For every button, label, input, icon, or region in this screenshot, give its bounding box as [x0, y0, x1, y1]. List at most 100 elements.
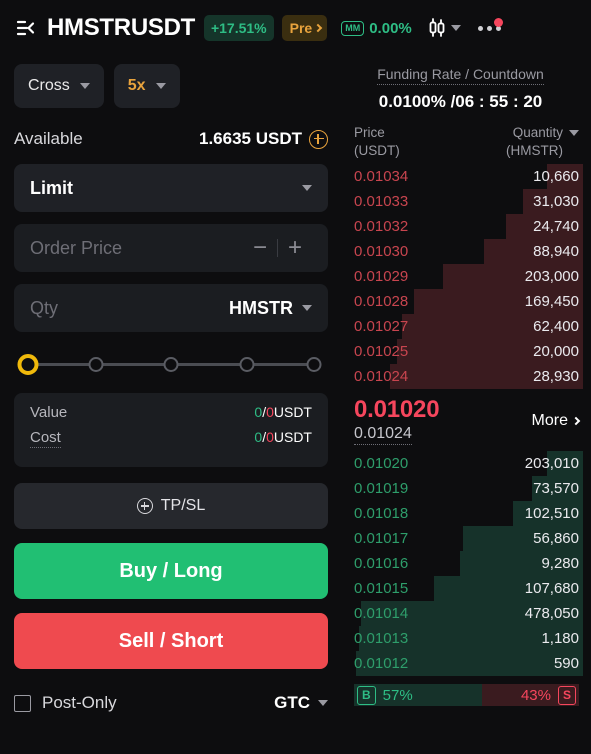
quantity-column-label: Quantity	[512, 125, 563, 140]
sell-tag: S	[557, 685, 576, 705]
funding-rate-label-wrap: Funding Rate / Countdown	[346, 66, 575, 85]
order-quantity: 31,030	[533, 193, 579, 211]
bid-row[interactable]: 0.01020 203,010	[342, 451, 583, 477]
quantity-unit-selector[interactable]: HMSTR	[229, 298, 312, 319]
more-options-icon[interactable]	[477, 17, 503, 31]
ask-row[interactable]: 0.01033 31,030	[342, 189, 583, 215]
order-quantity: 88,940	[533, 243, 579, 261]
last-price: 0.01020	[354, 396, 440, 424]
list-menu-icon[interactable]	[16, 17, 38, 39]
order-type-selector[interactable]: Limit	[14, 164, 328, 212]
order-price-field[interactable]: Order Price − +	[14, 224, 328, 272]
order-price: 0.01017	[354, 530, 409, 548]
available-value: 1.6635 USDT	[199, 129, 302, 148]
cost-amount-sell: 0	[266, 429, 274, 445]
dot	[486, 25, 492, 31]
ask-row[interactable]: 0.01034 10,660	[342, 164, 583, 190]
cost-label[interactable]: Cost	[30, 429, 61, 448]
order-quantity: 1,180	[541, 630, 579, 648]
ask-row[interactable]: 0.01024 28,930	[342, 364, 583, 390]
order-quantity: 9,280	[541, 555, 579, 573]
cost-row: Cost 0/0USDT	[30, 429, 312, 454]
slider-node-75[interactable]	[239, 357, 254, 372]
order-price: 0.01033	[354, 193, 409, 211]
order-quantity: 107,680	[524, 580, 579, 598]
order-quantity: 24,740	[533, 218, 579, 236]
slider-node-0[interactable]	[17, 354, 39, 375]
bid-row[interactable]: 0.01014 478,050	[342, 601, 583, 627]
bid-row[interactable]: 0.01015 107,680	[342, 576, 583, 602]
chevron-down-icon	[79, 83, 90, 89]
order-price: 0.01016	[354, 555, 409, 573]
price-column-label: Price	[354, 125, 385, 140]
price-stepper: − +	[243, 236, 312, 260]
quantity-slider[interactable]	[17, 353, 322, 375]
buy-tag: B	[357, 685, 376, 705]
price-decrement-button[interactable]: −	[243, 236, 277, 260]
bid-row[interactable]: 0.01016 9,280	[342, 551, 583, 577]
ask-row[interactable]: 0.01027 62,400	[342, 314, 583, 340]
candlestick-chart-icon[interactable]	[427, 17, 461, 39]
bid-rows: 0.01020 203,010 0.01019 73,570 0.01018 102,51…	[342, 451, 583, 677]
sell-short-button[interactable]: Sell / Short	[14, 613, 328, 669]
order-quantity: 203,000	[524, 268, 579, 286]
bid-row[interactable]: 0.01013 1,180	[342, 626, 583, 652]
ask-row[interactable]: 0.01025 20,000	[342, 339, 583, 365]
ask-row[interactable]: 0.01029 203,000	[342, 264, 583, 290]
order-price: 0.01029	[354, 268, 409, 286]
plus-circle-icon[interactable]	[309, 129, 328, 149]
order-form-panel: Cross 5x Available 1.6635 USDT Limit Ord…	[0, 56, 342, 754]
trading-screen: HMSTRUSDT +17.51% Pre MM 0.00% Cross 5x …	[0, 0, 591, 754]
leverage-selector[interactable]: 5x	[113, 64, 180, 108]
time-in-force-selector[interactable]: GTC	[274, 693, 328, 713]
notification-dot	[493, 17, 503, 27]
cost-amount: 0/0USDT	[254, 429, 312, 445]
slider-node-100[interactable]	[306, 357, 322, 372]
buy-sell-ratio-bar: B 57% 43% S	[354, 684, 579, 707]
market-maker-indicator[interactable]: MM 0.00%	[341, 20, 412, 37]
order-quantity: 203,010	[524, 455, 579, 473]
bid-row[interactable]: 0.01018 102,510	[342, 501, 583, 527]
ask-row[interactable]: 0.01028 169,450	[342, 289, 583, 315]
margin-mode-selector[interactable]: Cross	[14, 64, 104, 108]
app-header: HMSTRUSDT +17.51% Pre MM 0.00%	[0, 0, 591, 56]
ask-row[interactable]: 0.01030 88,940	[342, 239, 583, 265]
symbol-title[interactable]: HMSTRUSDT	[47, 14, 195, 42]
tpsl-button[interactable]: TP/SL	[14, 483, 328, 529]
order-quantity: 102,510	[524, 505, 579, 523]
funding-rate-section[interactable]: Funding Rate / Countdown 0.0100% /06 : 5…	[342, 56, 583, 112]
order-price: 0.01028	[354, 293, 409, 311]
order-quantity: 56,860	[533, 530, 579, 548]
price-column-header: Price (USDT)	[354, 124, 400, 160]
order-type-label: Limit	[30, 177, 73, 198]
order-price: 0.01012	[354, 655, 409, 673]
plus-circle-icon	[136, 498, 153, 514]
quantity-column-header[interactable]: Quantity (HMSTR)	[506, 124, 579, 160]
order-quantity: 62,400	[533, 318, 579, 336]
funding-rate-label: Funding Rate / Countdown	[377, 66, 544, 85]
bid-row[interactable]: 0.01017 56,860	[342, 526, 583, 552]
ask-row[interactable]: 0.01032 24,740	[342, 214, 583, 240]
chevron-down-icon	[155, 83, 166, 89]
quantity-field[interactable]: Qty HMSTR	[14, 284, 328, 332]
mark-price[interactable]: 0.01024	[354, 425, 412, 446]
margin-mode-label: Cross	[28, 77, 70, 94]
price-change-badge: +17.51%	[203, 15, 274, 41]
tpsl-label: TP/SL	[160, 497, 206, 514]
post-only-toggle[interactable]: Post-Only	[14, 693, 117, 713]
bid-row[interactable]: 0.01019 73,570	[342, 476, 583, 502]
order-price: 0.01025	[354, 343, 409, 361]
post-only-checkbox[interactable]	[14, 694, 31, 712]
value-amount-sell: 0	[266, 404, 274, 420]
pre-market-badge[interactable]: Pre	[281, 15, 328, 41]
slider-node-25[interactable]	[88, 357, 103, 372]
order-price: 0.01019	[354, 480, 409, 498]
more-depth-button[interactable]: More	[532, 412, 581, 430]
mid-price-section: 0.01020 0.01024 More	[342, 389, 583, 451]
buy-long-button[interactable]: Buy / Long	[14, 543, 328, 599]
price-increment-button[interactable]: +	[278, 236, 312, 260]
slider-node-50[interactable]	[163, 357, 179, 372]
quantity-unit-label: HMSTR	[229, 297, 293, 318]
buy-ratio-segment: B 57%	[354, 684, 483, 707]
bid-row[interactable]: 0.01012 590	[342, 651, 583, 677]
